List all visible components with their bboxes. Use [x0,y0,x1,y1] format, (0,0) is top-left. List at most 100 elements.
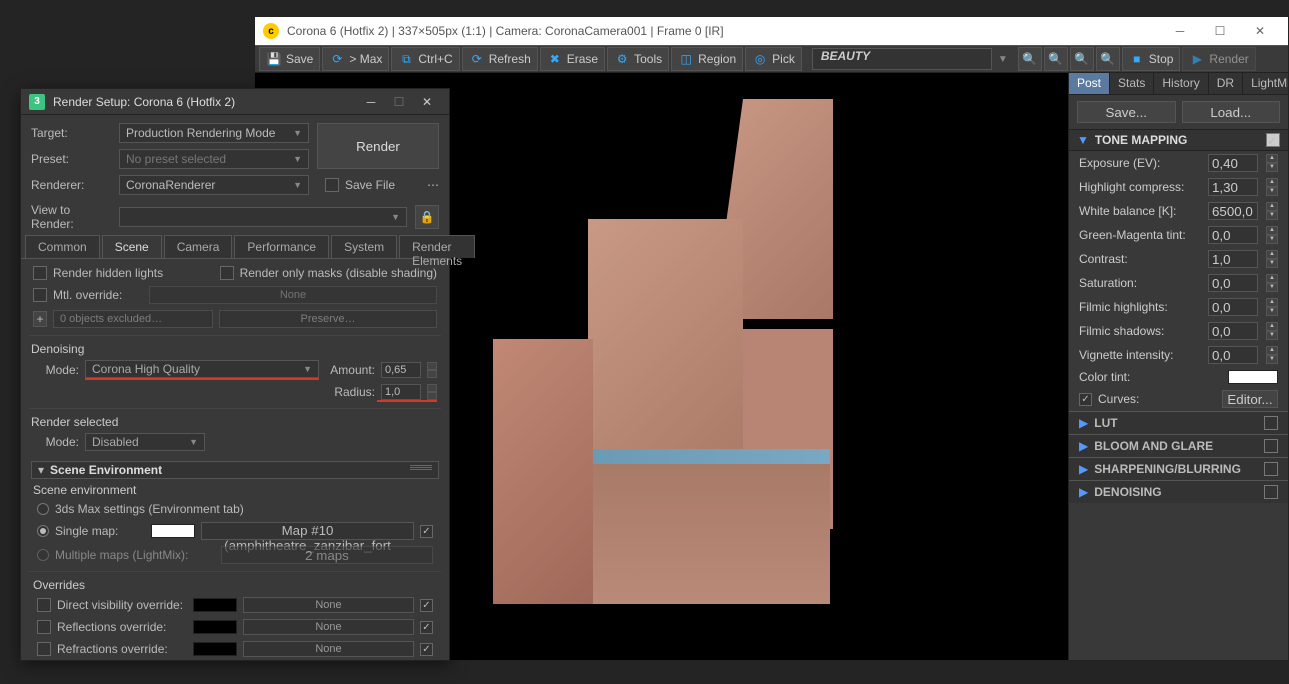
spinner[interactable]: ▲▼ [1266,202,1278,220]
savefile-checkbox[interactable] [325,178,339,192]
refl-enable-checkbox[interactable] [420,621,433,634]
refl-map-button[interactable]: None [243,619,414,635]
multi-map-button[interactable]: 2 maps [221,546,433,564]
direct-map-button[interactable]: None [243,597,414,613]
masks-checkbox[interactable] [220,266,234,280]
spinner[interactable] [427,384,437,400]
mtl-override-checkbox[interactable] [33,288,47,302]
direct-color-swatch[interactable] [193,598,237,612]
colortint-swatch[interactable] [1228,370,1278,384]
refl-override-checkbox[interactable] [37,620,51,634]
preserve-button[interactable]: Preserve… [219,310,437,328]
rendersel-mode-select[interactable]: Disabled▼ [85,433,205,451]
highlight-input[interactable] [1208,178,1258,196]
curves-checkbox[interactable] [1079,393,1092,406]
tab-post[interactable]: Post [1069,73,1110,94]
direct-enable-checkbox[interactable] [420,599,433,612]
lut-enable-checkbox[interactable] [1264,416,1278,430]
lut-section[interactable]: ▶LUT [1069,411,1288,434]
tone-mapping-header[interactable]: ▼ TONE MAPPING ✓ [1069,129,1288,151]
render-big-button[interactable]: Render [317,123,439,169]
spinner[interactable]: ▲▼ [1266,274,1278,292]
spinner[interactable]: ▲▼ [1266,226,1278,244]
refl-color-swatch[interactable] [193,620,237,634]
maximize-button[interactable]: ☐ [1200,17,1240,45]
tab-dr[interactable]: DR [1209,73,1243,94]
render-button[interactable]: ▶Render [1182,47,1255,71]
tomax-button[interactable]: ⟳> Max [322,47,389,71]
region-button[interactable]: ◫Region [671,47,743,71]
spinner[interactable]: ▲▼ [1266,250,1278,268]
curves-editor-button[interactable]: Editor... [1222,390,1278,408]
exclusion-button[interactable]: 0 objects excluded… [53,310,213,328]
tab-system[interactable]: System [331,235,397,258]
bloom-enable-checkbox[interactable] [1264,439,1278,453]
tab-camera[interactable]: Camera [164,235,233,258]
denoise-radius-input[interactable] [381,384,421,400]
vfb-titlebar[interactable]: c Corona 6 (Hotfix 2) | 337×505px (1:1) … [255,17,1288,45]
plus-button[interactable]: + [33,311,47,327]
denoise-amount-input[interactable] [381,362,421,378]
single-map-button[interactable]: Map #10 (amphitheatre_zanzibar_fort [201,522,414,540]
env-max-radio[interactable] [37,503,49,515]
single-enable-checkbox[interactable] [420,525,433,538]
mtl-override-button[interactable]: None [149,286,437,304]
filmic-shadows-input[interactable] [1208,322,1258,340]
tab-performance[interactable]: Performance [234,235,329,258]
spinner[interactable] [427,362,437,378]
denoise-enable-checkbox[interactable] [1264,485,1278,499]
zoom-in-button[interactable]: 🔍 [1044,47,1068,71]
render-pass-select[interactable]: BEAUTY [812,48,992,70]
env-multi-radio[interactable] [37,549,49,561]
refr-enable-checkbox[interactable] [420,643,433,656]
pick-button[interactable]: ◎Pick [745,47,802,71]
spinner[interactable]: ▲▼ [1266,322,1278,340]
spinner[interactable]: ▲▼ [1266,298,1278,316]
tab-stats[interactable]: Stats [1110,73,1154,94]
view-select[interactable]: ▼ [119,207,407,227]
spinner[interactable]: ▲▼ [1266,346,1278,364]
refr-override-checkbox[interactable] [37,642,51,656]
close-button[interactable]: ✕ [413,92,441,112]
contrast-input[interactable] [1208,250,1258,268]
zoom-fit-button[interactable]: 🔍 [1018,47,1042,71]
ctrlc-button[interactable]: ⧉Ctrl+C [391,47,459,71]
denoising-section[interactable]: ▶DENOISING [1069,480,1288,503]
tab-lightmix[interactable]: LightMix [1243,73,1288,94]
tab-common[interactable]: Common [25,235,100,258]
tone-enable-checkbox[interactable]: ✓ [1266,133,1280,147]
renderer-select[interactable]: CoronaRenderer▼ [119,175,309,195]
more-button[interactable]: ⋯ [427,178,439,192]
rsd-titlebar[interactable]: 3 Render Setup: Corona 6 (Hotfix 2) ─ ☐ … [21,89,449,115]
single-color-swatch[interactable] [151,524,195,538]
vignette-input[interactable] [1208,346,1258,364]
refr-color-swatch[interactable] [193,642,237,656]
refresh-button[interactable]: ⟳Refresh [462,47,538,71]
bloom-section[interactable]: ▶BLOOM AND GLARE [1069,434,1288,457]
load-settings-button[interactable]: Load... [1182,101,1281,123]
tab-render-elements[interactable]: Render Elements [399,235,475,258]
save-button[interactable]: 💾Save [259,47,320,71]
sharpening-section[interactable]: ▶SHARPENING/BLURRING [1069,457,1288,480]
scene-env-rollout[interactable]: ▾ Scene Environment [31,461,439,479]
tab-history[interactable]: History [1154,73,1208,94]
spinner[interactable]: ▲▼ [1266,154,1278,172]
tools-button[interactable]: ⚙Tools [607,47,669,71]
save-settings-button[interactable]: Save... [1077,101,1176,123]
target-select[interactable]: Production Rendering Mode▼ [119,123,309,143]
lock-button[interactable]: 🔒 [415,205,439,229]
env-single-radio[interactable] [37,525,49,537]
whitebalance-input[interactable] [1208,202,1258,220]
direct-override-checkbox[interactable] [37,598,51,612]
greenmagenta-input[interactable] [1208,226,1258,244]
zoom-out-button[interactable]: 🔍 [1070,47,1094,71]
minimize-button[interactable]: ─ [1160,17,1200,45]
preset-select[interactable]: No preset selected▼ [119,149,309,169]
zoom-1to1-button[interactable]: 🔍 [1096,47,1120,71]
saturation-input[interactable] [1208,274,1258,292]
denoise-mode-select[interactable]: Corona High Quality▼ [85,360,319,378]
filmic-highlights-input[interactable] [1208,298,1258,316]
spinner[interactable]: ▲▼ [1266,178,1278,196]
close-button[interactable]: ✕ [1240,17,1280,45]
exposure-input[interactable] [1208,154,1258,172]
